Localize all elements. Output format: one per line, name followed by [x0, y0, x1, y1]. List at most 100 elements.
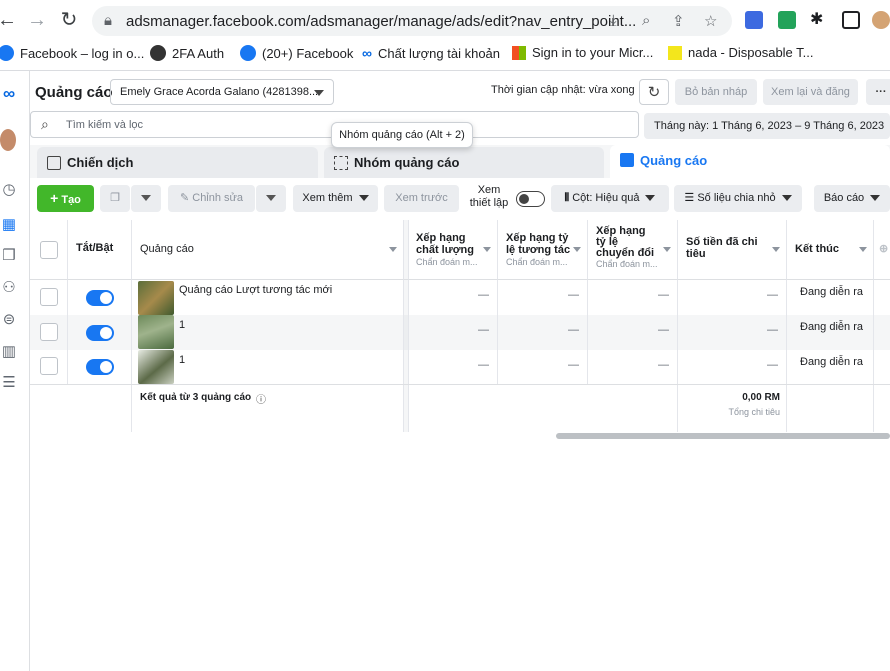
ads-manager-icon[interactable]: ▦	[0, 216, 18, 234]
bookmark-2fa[interactable]: 2FA Auth	[150, 45, 224, 61]
ad-thumbnail	[138, 315, 174, 349]
sort-icon	[389, 247, 397, 252]
share-icon[interactable]: ⇪	[672, 12, 685, 30]
row-checkbox[interactable]	[40, 323, 58, 341]
level-tabs: Chiến dịch Nhóm quảng cáo Quảng cáo	[30, 145, 890, 178]
bookmark-account-quality[interactable]: ∞ Chất lượng tài khoản	[362, 45, 500, 61]
ad-toggle[interactable]	[86, 325, 114, 341]
tab-ad-sets[interactable]: Nhóm quảng cáo	[324, 147, 604, 178]
column-header-conversion[interactable]: Xếp hạng tỷ lệ chuyển đổi Chẩn đoán m...	[588, 220, 678, 280]
ad-name[interactable]: 1	[179, 354, 185, 366]
profile-avatar[interactable]	[872, 11, 890, 29]
ad-toggle[interactable]	[86, 290, 114, 306]
discard-draft-button[interactable]: Bỏ bản nháp	[675, 79, 757, 105]
column-header-quality[interactable]: Xếp hạng chất lượng Chẩn đoán m...	[409, 220, 498, 280]
dashboard-icon[interactable]: ◷	[0, 181, 18, 199]
bookmark-nada[interactable]: nada - Disposable T...	[668, 45, 814, 60]
column-header-spent[interactable]: Số tiền đã chi tiêu	[678, 220, 787, 280]
refresh-button[interactable]: ↻	[639, 79, 669, 105]
page-header: Quảng cáo Emely Grace Acorda Galano (428…	[30, 71, 890, 111]
sidepanel-icon[interactable]	[842, 11, 860, 29]
row-checkbox[interactable]	[40, 288, 58, 306]
edit-button[interactable]: ✎ Chỉnh sửa	[168, 185, 255, 212]
left-nav-rail: ∞ ◷ ▦ ❒ ⚇ ⊜ ▥ ☰	[0, 71, 30, 671]
billing-icon[interactable]: ⊜	[0, 311, 18, 329]
table-row[interactable]: 1 — — — — Đang diễn ra	[30, 350, 890, 385]
add-column-icon[interactable]: ⊕	[874, 220, 890, 280]
plus-icon: +	[50, 190, 59, 206]
review-publish-button[interactable]: Xem lại và đăng	[763, 79, 858, 105]
user-avatar[interactable]	[0, 129, 16, 151]
microsoft-icon	[512, 45, 526, 60]
preview-button[interactable]: Xem trước	[384, 185, 459, 212]
column-header-end[interactable]: Kết thúc	[787, 220, 874, 280]
column-header-toggle[interactable]: Tắt/Bật	[68, 220, 132, 280]
row-checkbox[interactable]	[40, 357, 58, 375]
edit-dropdown-button[interactable]	[256, 185, 286, 212]
column-header-ad[interactable]: Quảng cáo	[132, 220, 404, 280]
reports-icon[interactable]: ▥	[0, 343, 18, 361]
zoom-icon[interactable]: ⌕	[642, 12, 650, 29]
facebook-icon	[240, 45, 256, 61]
last-updated-text: Thời gian cập nhật: vừa xong	[491, 84, 635, 96]
table-row[interactable]: Quảng cáo Lượt tương tác mới — — — — Đan…	[30, 280, 890, 315]
bookmark-facebook-login[interactable]: Facebook – log in o...	[0, 45, 144, 61]
table-toolbar: + Tạo ❐ ✎ Chỉnh sửa Xem thêm Xem trước X…	[30, 178, 890, 220]
pencil-icon: ✎	[179, 192, 190, 204]
reports-button[interactable]: Báo cáo	[814, 185, 890, 212]
extension-green-icon[interactable]	[778, 11, 796, 29]
view-setup-label: Xem thiết lập	[469, 184, 509, 209]
tab-campaigns[interactable]: Chiến dịch	[37, 147, 318, 178]
columns-button[interactable]: ⫴ Cột: Hiệu quả	[551, 185, 669, 212]
breakdown-button[interactable]: ☰ Số liệu chia nhỏ	[674, 185, 802, 212]
tab-ads[interactable]: Quảng cáo	[610, 145, 890, 178]
back-icon[interactable]: ←	[0, 9, 18, 31]
column-header-engagement[interactable]: Xếp hạng tỷ lệ tương tác Chẩn đoán m...	[498, 220, 588, 280]
duplicate-dropdown-button[interactable]	[131, 185, 161, 212]
star-icon[interactable]: ☆	[704, 12, 717, 30]
more-button[interactable]: Xem thêm	[293, 185, 378, 212]
install-icon[interactable]: ⤓	[610, 12, 617, 29]
date-range-picker[interactable]: Tháng này: 1 Tháng 6, 2023 – 9 Tháng 6, …	[644, 113, 890, 139]
table-row[interactable]: 1 — — — — Đang diễn ra	[30, 315, 890, 350]
header-select-all-cell	[30, 220, 68, 280]
search-icon: ⌕	[41, 116, 49, 132]
chevron-down-icon	[141, 195, 151, 202]
meta-icon: ∞	[362, 45, 372, 61]
ad-name[interactable]: 1	[179, 319, 185, 331]
more-options-button[interactable]: ···	[866, 79, 890, 105]
summary-row: Kết quả từ 3 quảng cáo ⓘ 0,00 RM Tổng ch…	[30, 385, 890, 432]
meta-logo-icon[interactable]: ∞	[0, 85, 18, 103]
bookmark-facebook[interactable]: (20+) Facebook	[240, 45, 353, 61]
tooltip: Nhóm quảng cáo (Alt + 2)	[331, 122, 473, 148]
view-setup-toggle[interactable]	[516, 191, 545, 207]
ad-thumbnail	[138, 350, 174, 384]
forward-icon[interactable]: →	[26, 9, 48, 31]
ad-toggle[interactable]	[86, 359, 114, 375]
chevron-down-icon	[870, 195, 881, 202]
create-button[interactable]: + Tạo	[37, 185, 94, 212]
puzzle-icon[interactable]: ✱	[810, 11, 828, 29]
address-bar[interactable]: 🔒︎ adsmanager.facebook.com/adsmanager/ma…	[92, 6, 732, 36]
reload-icon[interactable]: ↻	[58, 9, 80, 31]
ad-name[interactable]: Quảng cáo Lượt tương tác mới	[179, 284, 332, 296]
summary-spent: 0,00 RM	[742, 392, 780, 403]
pages-icon[interactable]: ❒	[0, 247, 18, 265]
ad-thumbnail	[138, 281, 174, 315]
lock-icon[interactable]: 🔒︎	[104, 12, 112, 29]
sort-icon	[859, 247, 867, 252]
chevron-down-icon	[266, 195, 276, 202]
sort-icon	[663, 247, 671, 252]
extension-blue-icon[interactable]	[745, 11, 763, 29]
audiences-icon[interactable]: ⚇	[0, 279, 18, 297]
menu-icon[interactable]: ☰	[0, 374, 18, 392]
info-icon[interactable]: ⓘ	[256, 391, 266, 406]
folder-icon	[47, 156, 61, 170]
bookmark-microsoft[interactable]: Sign in to your Micr...	[512, 45, 653, 60]
horizontal-scrollbar[interactable]	[556, 433, 890, 439]
facebook-icon	[0, 45, 14, 61]
account-selector[interactable]: Emely Grace Acorda Galano (4281398...	[110, 79, 334, 105]
duplicate-button[interactable]: ❐	[100, 185, 130, 212]
summary-spent-sub: Tổng chi tiêu	[728, 407, 780, 417]
select-all-checkbox[interactable]	[40, 241, 58, 259]
